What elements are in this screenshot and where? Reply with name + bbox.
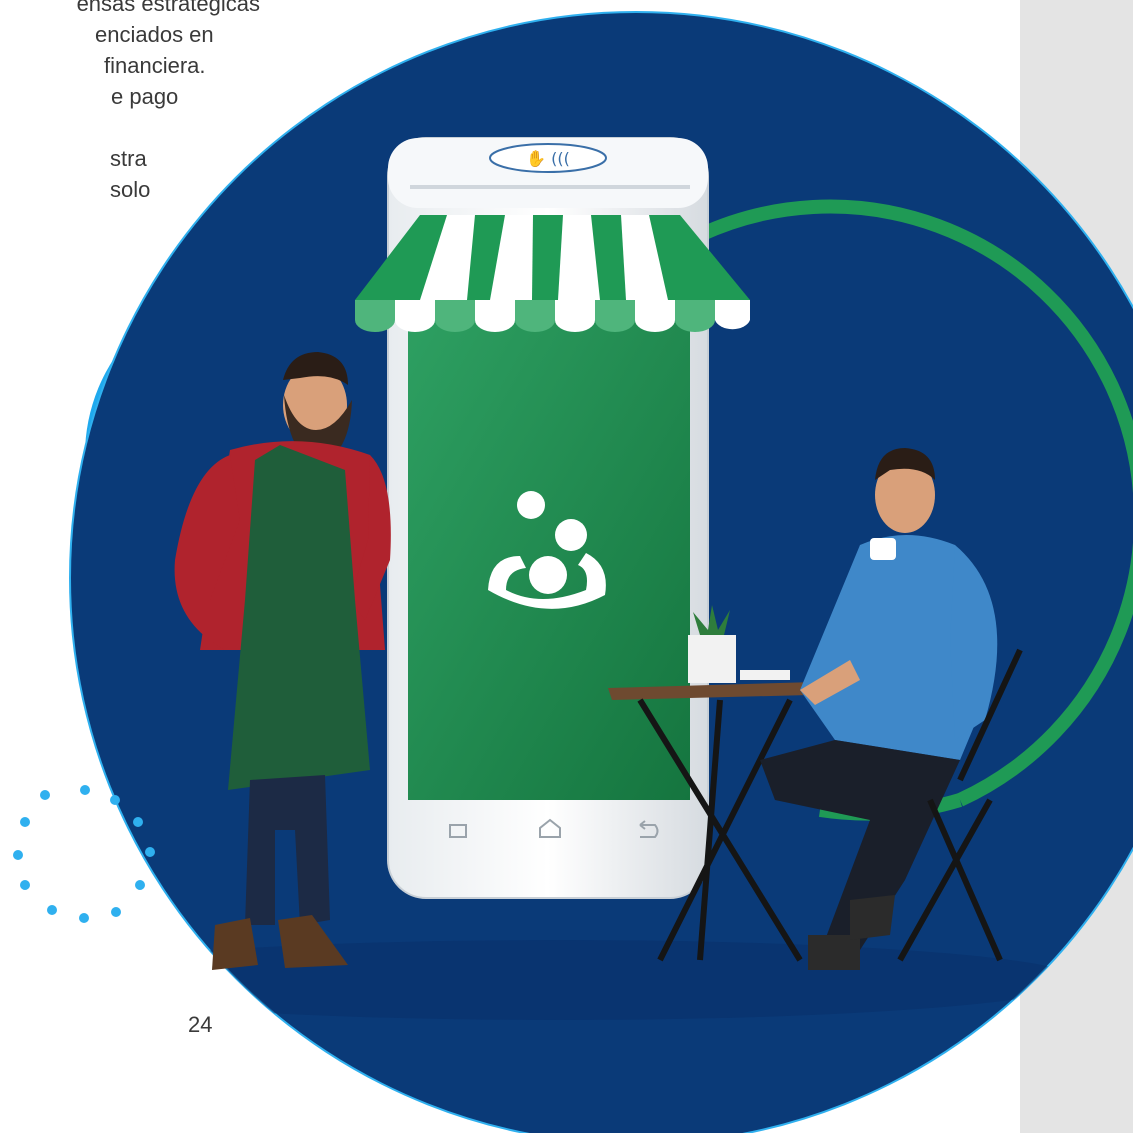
shop-awning bbox=[355, 215, 750, 332]
illustration: ✋ ((( bbox=[13, 11, 1133, 1133]
page-number: 24 bbox=[188, 1012, 213, 1037]
terminal-screen bbox=[408, 305, 690, 800]
contactless-payment-icon: ✋ ((( bbox=[489, 143, 607, 173]
svg-text:✋ (((: ✋ ((( bbox=[526, 149, 570, 168]
coffee-cup bbox=[870, 538, 896, 560]
